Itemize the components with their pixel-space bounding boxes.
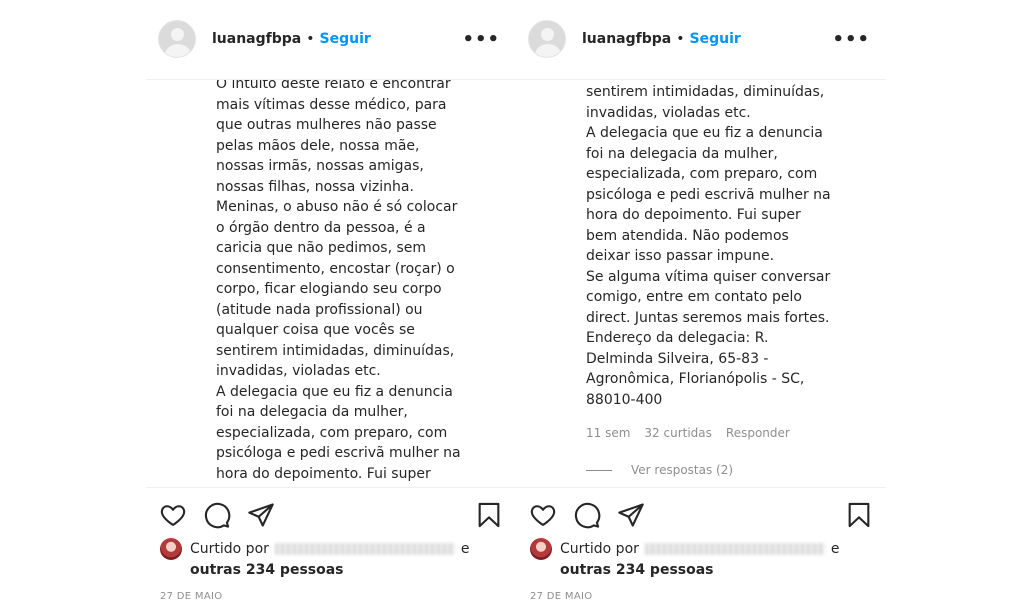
separator-dot: • [676, 31, 685, 47]
post-date[interactable]: 27 DE MAIO [530, 591, 592, 602]
others-count-link[interactable]: outras 234 pessoas [530, 560, 872, 581]
heart-icon[interactable] [158, 500, 188, 530]
profile-avatar[interactable] [528, 20, 566, 58]
likes-conjunction: e [830, 540, 840, 557]
more-options-icon[interactable]: ••• [832, 29, 870, 50]
comment-time[interactable]: 11 sem [586, 426, 630, 440]
liked-by-label: Curtido por [560, 540, 639, 557]
more-options-icon[interactable]: ••• [462, 29, 500, 50]
caption-scroll-area[interactable]: sentirem intimidadas, diminuídas, invadi… [516, 80, 886, 487]
reply-button[interactable]: Responder [726, 426, 790, 440]
post-header: luanagfbpa • Seguir ••• [528, 18, 874, 60]
follow-button[interactable]: Seguir [690, 31, 741, 47]
post-panel-left: luanagfbpa • Seguir ••• O intuito deste … [146, 0, 516, 615]
profile-avatar[interactable] [158, 20, 196, 58]
post-actions [528, 500, 874, 530]
bookmark-icon[interactable] [474, 500, 504, 530]
post-header: luanagfbpa • Seguir ••• [158, 18, 504, 60]
share-icon[interactable] [246, 500, 276, 530]
post-date[interactable]: 27 DE MAIO [160, 591, 222, 602]
others-count-link[interactable]: outras 234 pessoas [160, 560, 502, 581]
caption-scroll-area[interactable]: O intuito deste relato é encontrar mais … [146, 80, 516, 487]
share-icon[interactable] [616, 500, 646, 530]
likes-summary: Curtido por e outras 234 pessoas [160, 538, 502, 581]
likes-conjunction: e [460, 540, 470, 557]
post-actions [158, 500, 504, 530]
heart-icon[interactable] [528, 500, 558, 530]
post-panel-right: luanagfbpa • Seguir ••• sentirem intimid… [516, 0, 886, 615]
comment-icon[interactable] [572, 500, 602, 530]
liked-by-label: Curtido por [190, 540, 269, 557]
comment-icon[interactable] [202, 500, 232, 530]
replies-dash [586, 469, 612, 471]
view-replies-label: Ver respostas (2) [631, 463, 734, 477]
actions-divider [516, 487, 886, 488]
liker-avatar[interactable] [160, 538, 182, 560]
view-replies-button[interactable]: Ver respostas (2) [586, 463, 733, 477]
liker-avatar[interactable] [530, 538, 552, 560]
blurred-liker-name [644, 543, 825, 555]
comment-meta-row: 11 sem 32 curtidas Responder [586, 426, 790, 440]
bookmark-icon[interactable] [844, 500, 874, 530]
actions-divider [146, 487, 516, 488]
blurred-liker-name [274, 543, 455, 555]
likes-summary: Curtido por e outras 234 pessoas [530, 538, 872, 581]
comment-likes-count[interactable]: 32 curtidas [644, 426, 711, 440]
username[interactable]: luanagfbpa [212, 31, 301, 47]
post-caption: sentirem intimidadas, diminuídas, invadi… [586, 84, 831, 408]
post-caption: O intuito deste relato é encontrar mais … [216, 80, 461, 482]
username[interactable]: luanagfbpa [582, 31, 671, 47]
separator-dot: • [306, 31, 315, 47]
follow-button[interactable]: Seguir [320, 31, 371, 47]
